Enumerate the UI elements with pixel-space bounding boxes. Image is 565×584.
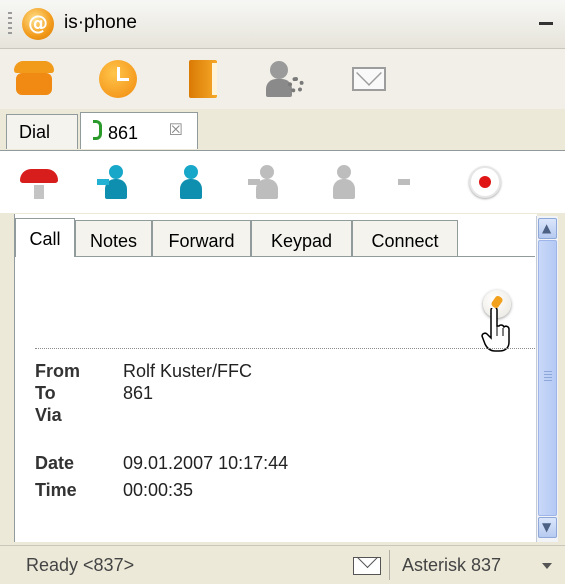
settings-icon[interactable] — [266, 59, 306, 99]
from-value: Rolf Kuster/FFC — [123, 361, 253, 381]
scroll-grip — [544, 371, 552, 381]
title-bar: is·phone — [0, 0, 565, 49]
active-call-icon — [93, 120, 102, 140]
tab-dial-label: Dial — [19, 122, 51, 142]
mail-icon[interactable] — [348, 59, 388, 99]
tab-call-861[interactable]: 861 ☒ — [80, 112, 198, 149]
window-title: is·phone — [64, 12, 137, 33]
to-value: 861 — [123, 383, 154, 403]
chevron-down-icon[interactable] — [542, 563, 552, 569]
chevron-up-icon: ▲ — [542, 221, 552, 235]
tab-call-label: 861 — [108, 123, 139, 143]
divider — [35, 348, 535, 349]
conference-join-icon — [325, 163, 363, 201]
main-toolbar — [0, 49, 565, 109]
time-value: 00:00:35 — [123, 480, 194, 500]
tab-notes[interactable]: Notes — [75, 220, 152, 256]
grip-handle[interactable] — [8, 12, 12, 36]
date-label: Date — [35, 453, 75, 473]
scroll-up-button[interactable]: ▲ — [538, 218, 557, 239]
status-text: Ready <837> — [26, 555, 135, 575]
server-label[interactable]: Asterisk 837 — [402, 555, 501, 576]
tab-notes-text: Notes — [89, 231, 138, 251]
tab-connect-text: Connect — [371, 231, 439, 251]
minimize-button[interactable] — [539, 22, 553, 25]
tab-forward[interactable]: Forward — [152, 220, 251, 256]
tab-keypad[interactable]: Keypad — [251, 220, 352, 256]
vertical-scrollbar[interactable]: ▲ ▼ — [536, 216, 558, 542]
voicemail-icon[interactable] — [339, 557, 385, 575]
transfer-icon[interactable] — [97, 163, 135, 201]
status-bar: Ready <837> Asterisk 837 — [0, 545, 565, 584]
date-value: 09.01.2007 10:17:44 — [123, 453, 289, 473]
from-label: From — [35, 361, 80, 381]
address-book-icon[interactable] — [183, 59, 223, 99]
hangup-icon[interactable] — [20, 163, 58, 201]
handset-icon — [398, 163, 436, 201]
via-label: Via — [35, 405, 62, 425]
consult-transfer-icon[interactable] — [172, 163, 210, 201]
detail-tabs: Call Notes Forward Keypad Connect — [15, 216, 535, 257]
chevron-down-icon: ▼ — [542, 520, 552, 534]
clock-icon[interactable] — [98, 59, 138, 99]
tab-call-text: Call — [29, 229, 61, 249]
tab-forward-text: Forward — [168, 231, 235, 251]
call-details: From Rolf Kuster/FFC To 861 Via Date 09.… — [15, 257, 535, 541]
call-panel: Call Notes Forward Keypad Connect From R… — [14, 214, 537, 542]
phone-icon[interactable] — [14, 59, 54, 99]
to-label: To — [35, 383, 56, 403]
app-logo-icon — [22, 8, 54, 40]
scroll-thumb[interactable] — [538, 240, 557, 516]
tab-keypad-text: Keypad — [270, 231, 333, 251]
close-tab-icon[interactable]: ☒ — [169, 120, 183, 140]
call-toolbar — [0, 151, 565, 213]
scroll-down-button[interactable]: ▼ — [538, 517, 557, 538]
conference-icon — [248, 163, 286, 201]
time-label: Time — [35, 480, 77, 500]
record-icon[interactable] — [466, 163, 504, 201]
status-separator — [389, 550, 390, 580]
call-tabs: Dial 861 ☒ — [0, 110, 565, 151]
tab-connect[interactable]: Connect — [352, 220, 458, 256]
tab-dial[interactable]: Dial — [6, 114, 78, 149]
tab-call[interactable]: Call — [15, 218, 75, 257]
hand-cursor-icon — [481, 308, 510, 352]
